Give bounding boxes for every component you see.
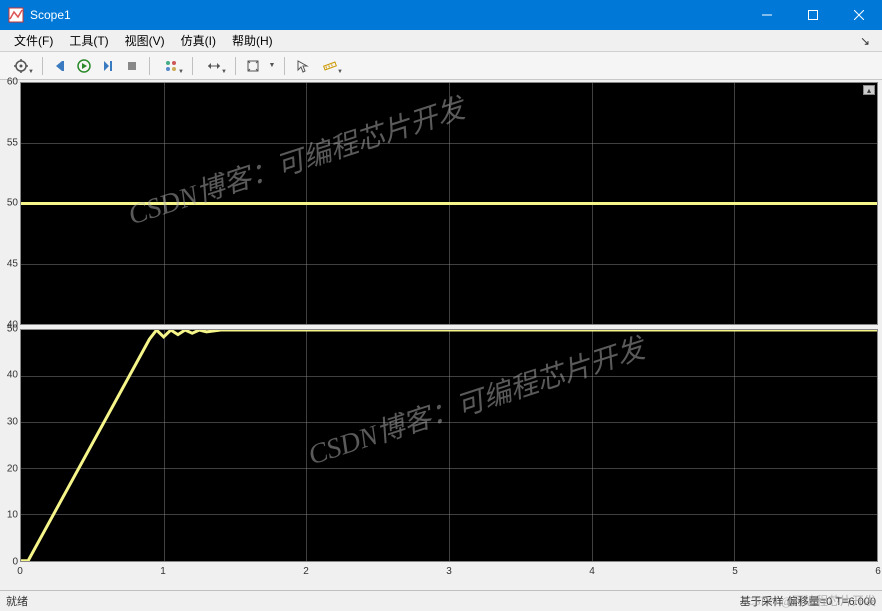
close-button[interactable] — [836, 0, 882, 30]
status-time: 基于采样 偏移量=0 T=6.000 — [740, 593, 876, 609]
measure-button[interactable]: ▼ — [315, 55, 345, 77]
autoscale-dropdown[interactable]: ▼ — [266, 55, 278, 77]
step-forward-button[interactable] — [97, 55, 119, 77]
minimize-button[interactable] — [744, 0, 790, 30]
menu-help[interactable]: 帮助(H) — [224, 30, 281, 51]
app-icon — [8, 7, 24, 23]
settings-button[interactable]: ▼ — [6, 55, 36, 77]
scope-pane-2[interactable]: 01020304050 — [2, 329, 878, 562]
run-button[interactable] — [73, 55, 95, 77]
window-buttons — [744, 0, 882, 30]
title-bar: Scope1 — [0, 0, 882, 30]
status-ready: 就绪 — [6, 593, 740, 609]
menu-file[interactable]: 文件(F) — [6, 30, 61, 51]
plot-canvas-top[interactable]: ▴ — [20, 82, 878, 325]
menu-view[interactable]: 视图(V) — [117, 30, 173, 51]
cursor-button[interactable] — [291, 55, 313, 77]
plot-canvas-bottom[interactable] — [20, 329, 878, 562]
step-back-button[interactable] — [49, 55, 71, 77]
window-title: Scope1 — [30, 8, 744, 22]
scope-pane-1[interactable]: 4045505560 ▴ — [2, 82, 878, 325]
toolbar: ▼ ▼ ▼ ▼ ▼ — [0, 52, 882, 80]
maximize-button[interactable] — [790, 0, 836, 30]
status-bar: 就绪 基于采样 偏移量=0 T=6.000 — [0, 590, 882, 610]
plot-area: 4045505560 ▴ 01020304050 0123456 CSDN博客：… — [0, 80, 882, 590]
x-axis: 0123456 — [20, 566, 878, 580]
stop-button[interactable] — [121, 55, 143, 77]
y-axis-top: 4045505560 — [2, 82, 20, 325]
zoom-x-button[interactable]: ▼ — [199, 55, 229, 77]
signal-selector-button[interactable]: ▼ — [156, 55, 186, 77]
menu-tools[interactable]: 工具(T) — [61, 30, 116, 51]
y-axis-bottom: 01020304050 — [2, 329, 20, 562]
autoscale-button[interactable] — [242, 55, 264, 77]
menu-bar: 文件(F) 工具(T) 视图(V) 仿真(I) 帮助(H) ↘ — [0, 30, 882, 52]
menu-collapse-icon[interactable]: ↘ — [854, 34, 876, 48]
menu-sim[interactable]: 仿真(I) — [173, 30, 224, 51]
